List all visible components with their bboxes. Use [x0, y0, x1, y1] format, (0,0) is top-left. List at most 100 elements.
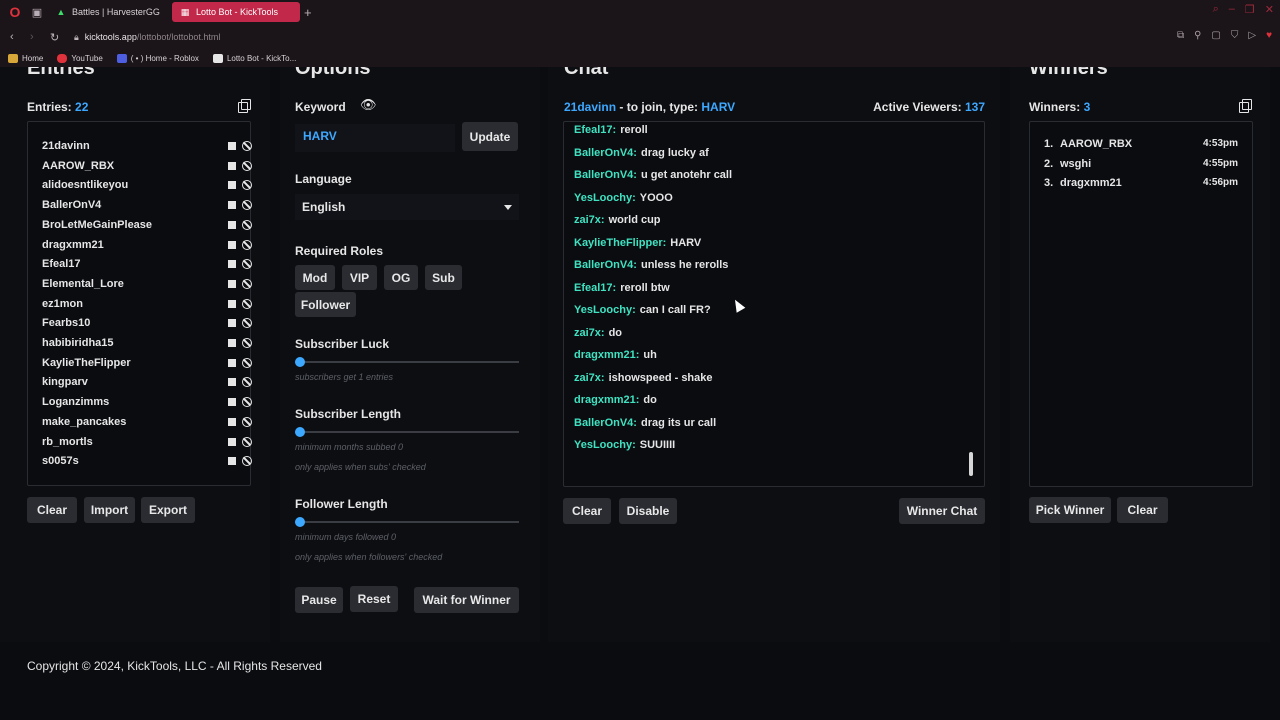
reload-icon[interactable]: ↻: [50, 31, 60, 44]
chat-message-user[interactable]: YesLoochy:: [574, 192, 636, 204]
role-sub-button[interactable]: Sub: [425, 265, 462, 290]
entries-export-button[interactable]: Export: [141, 497, 195, 523]
remove-entry-icon[interactable]: [228, 437, 236, 446]
ban-icon[interactable]: [242, 357, 252, 368]
chat-message-user[interactable]: dragxmm21:: [574, 394, 639, 406]
pick-winner-button[interactable]: Pick Winner: [1029, 497, 1111, 523]
chat-log[interactable]: BallerOnV4:ndEfeal17:rerollBallerOnV4:dr…: [563, 121, 985, 487]
language-select[interactable]: English: [295, 194, 519, 220]
remove-entry-icon[interactable]: [228, 279, 236, 288]
chat-message-user[interactable]: KaylieTheFlipper:: [574, 237, 666, 249]
window-icon[interactable]: ▢: [1211, 30, 1220, 41]
workspaces-icon[interactable]: ▣: [30, 5, 44, 19]
chat-message-user[interactable]: Efeal17:: [574, 282, 616, 294]
ban-icon[interactable]: [242, 397, 252, 408]
url-field[interactable]: kicktools.app/lottobot/lottobot.html: [85, 32, 221, 42]
winner-chat-button[interactable]: Winner Chat: [899, 498, 985, 524]
remove-entry-icon[interactable]: [228, 220, 236, 229]
role-vip-button[interactable]: VIP: [342, 265, 377, 290]
chat-scrollbar-thumb[interactable]: [969, 452, 973, 476]
subscriber-luck-slider[interactable]: [295, 361, 519, 363]
chat-message-user[interactable]: BallerOnV4:: [574, 169, 637, 181]
winners-list[interactable]: 1. AAROW_RBX 4:53pm 2. wsghi 4:55pm 3. dragxmm2…: [1029, 121, 1253, 487]
search-icon[interactable]: ⌕: [1213, 3, 1219, 16]
slider-knob[interactable]: [295, 357, 305, 367]
remove-entry-icon[interactable]: [228, 142, 236, 150]
tab-lotto-bot[interactable]: ▦ Lotto Bot - KickTools: [172, 2, 300, 22]
close-icon[interactable]: ✕: [1265, 3, 1274, 16]
remove-entry-icon[interactable]: [228, 260, 236, 269]
opera-logo-icon[interactable]: O: [8, 4, 22, 20]
ban-icon[interactable]: [242, 456, 252, 467]
ban-icon[interactable]: [242, 338, 252, 348]
remove-entry-icon[interactable]: [228, 319, 236, 328]
slider-knob[interactable]: [295, 427, 305, 437]
entries-import-button[interactable]: Import: [84, 497, 135, 523]
bookmark-lotto-bot[interactable]: Lotto Bot - KickTo...: [212, 54, 296, 63]
ban-icon[interactable]: [242, 298, 252, 309]
role-og-button[interactable]: OG: [384, 265, 418, 290]
role-follower-button[interactable]: Follower: [295, 292, 356, 317]
ban-icon[interactable]: [242, 200, 252, 211]
chat-disable-button[interactable]: Disable: [619, 498, 677, 524]
bookmark-youtube[interactable]: YouTube: [57, 54, 103, 63]
slider-knob[interactable]: [295, 517, 305, 527]
remove-entry-icon[interactable]: [228, 181, 236, 190]
follower-length-slider[interactable]: [295, 521, 519, 523]
eye-icon[interactable]: 👁︎: [360, 97, 377, 113]
chat-message-user[interactable]: zai7x:: [574, 372, 605, 384]
entries-clear-button[interactable]: Clear: [27, 497, 77, 523]
ban-icon[interactable]: [242, 436, 252, 447]
maximize-icon[interactable]: ❐: [1245, 3, 1255, 16]
copy-icon[interactable]: [238, 99, 251, 113]
tab-battles[interactable]: ▲ Battles | HarvesterGG: [48, 2, 168, 22]
remove-entry-icon[interactable]: [228, 358, 236, 367]
subscriber-length-slider[interactable]: [295, 431, 519, 433]
ban-icon[interactable]: [242, 259, 252, 270]
snapshot-icon[interactable]: ⧉: [1177, 30, 1184, 41]
ban-icon[interactable]: [242, 160, 252, 171]
remove-entry-icon[interactable]: [228, 378, 236, 387]
chat-message-user[interactable]: Efeal17:: [574, 124, 616, 136]
play-icon[interactable]: ▷: [1248, 30, 1256, 41]
ban-icon[interactable]: [242, 180, 252, 191]
remove-entry-icon[interactable]: [228, 457, 236, 466]
ban-icon[interactable]: [242, 141, 252, 151]
remove-entry-icon[interactable]: [228, 417, 236, 426]
back-arrow-icon[interactable]: ‹: [10, 31, 20, 43]
pin-icon[interactable]: ⚲: [1194, 30, 1201, 41]
remove-entry-icon[interactable]: [228, 201, 236, 210]
ban-icon[interactable]: [242, 318, 252, 329]
chat-message-user[interactable]: BallerOnV4:: [574, 259, 637, 271]
role-mod-button[interactable]: Mod: [295, 265, 335, 290]
chat-message-user[interactable]: BallerOnV4:: [574, 417, 637, 429]
shield-icon[interactable]: ⛉: [1231, 30, 1239, 41]
chat-message-user[interactable]: zai7x:: [574, 327, 605, 339]
chat-message-user[interactable]: dragxmm21:: [574, 349, 639, 361]
remove-entry-icon[interactable]: [228, 339, 236, 347]
ban-icon[interactable]: [242, 219, 252, 230]
new-tab-plus-icon[interactable]: +: [304, 5, 312, 20]
chat-message-user[interactable]: BallerOnV4:: [574, 147, 637, 159]
ban-icon[interactable]: [242, 416, 252, 427]
chat-clear-button[interactable]: Clear: [563, 498, 611, 524]
chat-message-user[interactable]: YesLoochy:: [574, 439, 636, 451]
remove-entry-icon[interactable]: [228, 240, 236, 249]
remove-entry-icon[interactable]: [228, 299, 236, 308]
chat-message-user[interactable]: zai7x:: [574, 214, 605, 226]
heart-icon[interactable]: ♥: [1266, 30, 1272, 41]
ban-icon[interactable]: [242, 377, 252, 388]
ban-icon[interactable]: [242, 278, 252, 289]
remove-entry-icon[interactable]: [228, 398, 236, 407]
bookmark-home[interactable]: Home: [8, 54, 43, 63]
wait-for-winner-button[interactable]: Wait for Winner: [414, 587, 519, 613]
update-button[interactable]: Update: [462, 122, 518, 151]
forward-arrow-icon[interactable]: ›: [30, 31, 40, 43]
pause-button[interactable]: Pause: [295, 587, 343, 613]
winners-clear-button[interactable]: Clear: [1117, 497, 1168, 523]
remove-entry-icon[interactable]: [228, 161, 236, 170]
bookmark-roblox[interactable]: ( • ) Home - Roblox: [116, 54, 199, 63]
ban-icon[interactable]: [242, 239, 252, 250]
reset-button[interactable]: Reset: [350, 586, 398, 612]
copy-icon[interactable]: [1239, 99, 1252, 113]
